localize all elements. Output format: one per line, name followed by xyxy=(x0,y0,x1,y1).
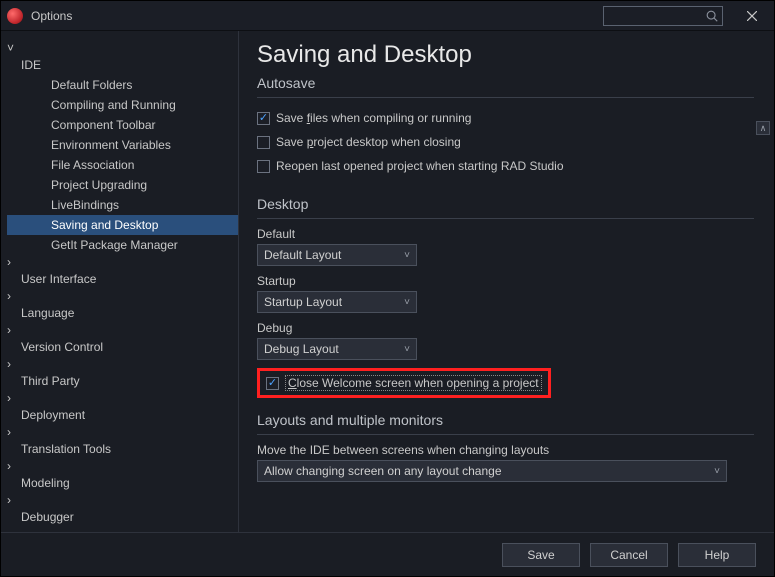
select-default-layout[interactable]: Default Layout ˅ xyxy=(257,244,417,266)
chevron-right-icon[interactable]: › xyxy=(7,255,11,269)
tree-item-ide[interactable]: IDE xyxy=(7,55,238,75)
chevron-right-icon[interactable]: › xyxy=(7,425,11,439)
select-value: Startup Layout xyxy=(264,295,342,309)
checkbox-close-welcome[interactable] xyxy=(266,377,279,390)
checkbox-label: Save files when compiling or running xyxy=(276,111,471,125)
checkbox-save-project-desktop[interactable] xyxy=(257,136,270,149)
chevron-right-icon[interactable]: › xyxy=(7,323,11,337)
close-icon xyxy=(747,11,757,21)
window-title: Options xyxy=(31,9,72,23)
chevron-down-icon: ˅ xyxy=(404,250,410,261)
search-icon xyxy=(705,9,719,23)
search-input[interactable] xyxy=(603,6,723,26)
chevron-down-icon: ˅ xyxy=(404,297,410,308)
tree-item[interactable]: Project Upgrading xyxy=(7,175,238,195)
select-value: Allow changing screen on any layout chan… xyxy=(264,464,502,478)
divider xyxy=(257,218,754,219)
cancel-button[interactable]: Cancel xyxy=(590,543,668,567)
chevron-down-icon: ˅ xyxy=(714,466,720,477)
save-button[interactable]: Save xyxy=(502,543,580,567)
tree-item[interactable]: Compiling and Running xyxy=(7,95,238,115)
tree-item[interactable]: GetIt Package Manager xyxy=(7,235,238,255)
label-default-layout: Default xyxy=(257,227,754,241)
tree-item[interactable]: LiveBindings xyxy=(7,195,238,215)
select-debug-layout[interactable]: Debug Layout ˅ xyxy=(257,338,417,360)
dialog-footer: Save Cancel Help xyxy=(1,532,774,576)
chevron-right-icon[interactable]: › xyxy=(7,391,11,405)
tree-item[interactable]: User Interface xyxy=(7,269,238,289)
tree-item[interactable]: Translation Tools xyxy=(7,439,238,459)
section-desktop: Desktop xyxy=(257,196,754,212)
select-value: Debug Layout xyxy=(264,342,339,356)
chevron-right-icon[interactable]: › xyxy=(7,459,11,473)
highlight-annotation: Close Welcome screen when opening a proj… xyxy=(257,368,551,398)
content-panel: Saving and Desktop Autosave ∧ Save files… xyxy=(239,31,774,532)
tree-item[interactable]: File Association xyxy=(7,155,238,175)
tree-item[interactable]: Modeling xyxy=(7,473,238,493)
nav-tree[interactable]: ˅ IDE Default Folders Compiling and Runn… xyxy=(1,31,239,532)
scroll-up-button[interactable]: ∧ xyxy=(756,121,770,135)
page-title: Saving and Desktop xyxy=(257,41,754,69)
chevron-right-icon[interactable]: › xyxy=(7,289,11,303)
help-button[interactable]: Help xyxy=(678,543,756,567)
tree-item[interactable]: Default Folders xyxy=(7,75,238,95)
tree-item[interactable]: Environment Variables xyxy=(7,135,238,155)
checkbox-label: Reopen last opened project when starting… xyxy=(276,159,564,173)
tree-item[interactable]: Third Party xyxy=(7,371,238,391)
checkbox-label: Close Welcome screen when opening a proj… xyxy=(285,375,542,391)
tree-item[interactable]: Deployment xyxy=(7,405,238,425)
titlebar: Options xyxy=(1,1,774,31)
tree-item[interactable]: Language xyxy=(7,303,238,323)
chevron-right-icon[interactable]: › xyxy=(7,357,11,371)
label-move-ide: Move the IDE between screens when changi… xyxy=(257,443,754,457)
checkbox-save-files[interactable] xyxy=(257,112,270,125)
chevron-right-icon[interactable]: › xyxy=(7,493,11,507)
section-layouts-monitors: Layouts and multiple monitors xyxy=(257,412,754,428)
tree-item[interactable]: Debugger xyxy=(7,507,238,527)
label-debug-layout: Debug xyxy=(257,321,754,335)
select-value: Default Layout xyxy=(264,248,341,262)
chevron-down-icon[interactable]: ˅ xyxy=(7,41,14,55)
label-startup-layout: Startup xyxy=(257,274,754,288)
app-icon xyxy=(7,8,23,24)
tree-item[interactable]: Component Toolbar xyxy=(7,115,238,135)
divider xyxy=(257,97,754,98)
tree-item[interactable]: Version Control xyxy=(7,337,238,357)
close-button[interactable] xyxy=(729,1,774,31)
divider xyxy=(257,434,754,435)
chevron-down-icon: ˅ xyxy=(404,344,410,355)
checkbox-reopen-last[interactable] xyxy=(257,160,270,173)
tree-item-saving-and-desktop[interactable]: Saving and Desktop xyxy=(7,215,238,235)
section-autosave: Autosave xyxy=(257,75,754,91)
select-move-ide[interactable]: Allow changing screen on any layout chan… xyxy=(257,460,727,482)
checkbox-label: Save project desktop when closing xyxy=(276,135,461,149)
select-startup-layout[interactable]: Startup Layout ˅ xyxy=(257,291,417,313)
